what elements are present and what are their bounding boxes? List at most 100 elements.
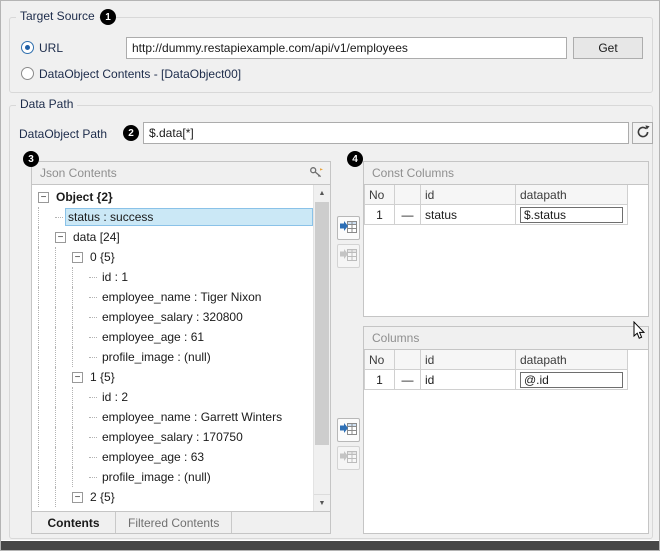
tree-node[interactable]: −2 {5} — [32, 487, 313, 507]
collapse-icon[interactable]: − — [55, 232, 66, 243]
collapse-icon[interactable]: − — [72, 252, 83, 263]
tree-connector — [89, 297, 97, 298]
tree-guide-line — [38, 467, 55, 487]
collapse-icon[interactable]: − — [72, 372, 83, 383]
tree-node[interactable]: employee_name : Garrett Winters — [32, 407, 313, 427]
scroll-up-icon[interactable]: ▲ — [314, 185, 330, 202]
refresh-button[interactable] — [632, 122, 653, 144]
tree-node-label[interactable]: employee_salary : 320800 — [99, 308, 246, 326]
column-header[interactable]: datapath — [516, 185, 628, 205]
tree-node[interactable]: profile_image : (null) — [32, 467, 313, 487]
tree-node-label[interactable]: profile_image : (null) — [99, 468, 214, 486]
key-filter-icon[interactable] — [309, 166, 324, 182]
tree-connector — [89, 397, 97, 398]
step-badge-3: 3 — [23, 151, 39, 167]
tree-guide-line — [38, 367, 55, 387]
dataobject-path-input[interactable] — [143, 122, 629, 144]
column-header[interactable] — [395, 185, 421, 205]
tree-node[interactable]: −data [24] — [32, 227, 313, 247]
tree-guide-line — [72, 327, 89, 347]
column-header[interactable] — [395, 350, 421, 370]
grid-cell[interactable]: — — [395, 205, 421, 225]
tree-node[interactable]: employee_salary : 170750 — [32, 427, 313, 447]
collapse-icon[interactable]: − — [38, 192, 49, 203]
tree-guide-line — [38, 207, 55, 227]
tree-node[interactable]: −1 {5} — [32, 367, 313, 387]
add-const-column-button[interactable] — [337, 216, 360, 240]
json-contents-panel: Json Contents −Object {2}status : succes… — [31, 161, 331, 534]
tree-node-label[interactable]: employee_age : 61 — [99, 328, 207, 346]
tree-node-label[interactable]: employee_name : Garrett Winters — [99, 408, 285, 426]
column-header[interactable]: datapath — [516, 350, 628, 370]
tab-filtered-contents[interactable]: Filtered Contents — [116, 512, 232, 533]
grid-cell[interactable]: status — [421, 205, 516, 225]
tree-node-label[interactable]: profile_image : (null) — [99, 348, 214, 366]
grid-cell[interactable]: @.id — [516, 370, 628, 390]
contents-tab-bar: ContentsFiltered Contents — [32, 511, 330, 533]
tree-connector — [55, 217, 63, 218]
tree-node-label[interactable]: employee_age : 63 — [99, 448, 207, 466]
tree-guide-line — [55, 447, 72, 467]
tree-connector — [89, 417, 97, 418]
tree-guide-line — [72, 267, 89, 287]
column-header[interactable]: No — [365, 185, 395, 205]
get-button[interactable]: Get — [573, 37, 643, 59]
remove-column-button[interactable] — [337, 446, 360, 470]
grid-cell[interactable]: — — [395, 370, 421, 390]
scroll-down-icon[interactable]: ▼ — [314, 494, 330, 511]
grid-cell[interactable]: 1 — [365, 370, 395, 390]
tree-node-label[interactable]: id : 2 — [99, 388, 131, 406]
dataobject-radio[interactable] — [21, 67, 34, 80]
remove-from-table-icon — [340, 248, 357, 265]
tree-node[interactable]: employee_name : Tiger Nixon — [32, 287, 313, 307]
tree-guide-line — [55, 427, 72, 447]
grid-cell[interactable]: $.status — [516, 205, 628, 225]
tree-scrollbar[interactable]: ▲ ▼ — [313, 185, 330, 511]
tree-node-label[interactable]: employee_name : Tiger Nixon — [99, 288, 264, 306]
tree-node-label[interactable]: status : success — [65, 208, 313, 226]
tree-guide-line — [55, 387, 72, 407]
tree-guide-line — [38, 407, 55, 427]
datapath-editor[interactable]: $.status — [520, 207, 623, 223]
tree-node[interactable]: id : 2 — [32, 387, 313, 407]
datapath-editor[interactable]: @.id — [520, 372, 623, 388]
tree-node-label[interactable]: 2 {5} — [87, 488, 118, 506]
tree-node-label[interactable]: data [24] — [70, 228, 123, 246]
tree-connector — [89, 337, 97, 338]
add-column-button[interactable] — [337, 418, 360, 442]
tree-node-label[interactable]: 0 {5} — [87, 248, 118, 266]
tree-node[interactable]: status : success — [32, 207, 313, 227]
tab-contents[interactable]: Contents — [32, 512, 116, 533]
tree-node-label[interactable]: Object {2} — [53, 188, 116, 206]
tree-guide-line — [55, 307, 72, 327]
url-radio-label[interactable]: URL — [39, 41, 63, 55]
url-input[interactable] — [126, 37, 567, 59]
tree-node[interactable]: employee_age : 61 — [32, 327, 313, 347]
column-header[interactable]: id — [421, 185, 516, 205]
tree-guide-line — [38, 427, 55, 447]
remove-const-column-button[interactable] — [337, 244, 360, 268]
tree-node[interactable]: employee_salary : 320800 — [32, 307, 313, 327]
tree-node[interactable]: −0 {5} — [32, 247, 313, 267]
grid-cell[interactable]: 1 — [365, 205, 395, 225]
url-radio[interactable] — [21, 41, 34, 54]
tree-connector — [89, 317, 97, 318]
collapse-icon[interactable]: − — [72, 492, 83, 503]
tree-guide-line — [72, 467, 89, 487]
tree-node-label[interactable]: employee_salary : 170750 — [99, 428, 246, 446]
grid-cell[interactable]: id — [421, 370, 516, 390]
tree-node[interactable]: employee_age : 63 — [32, 447, 313, 467]
tree-guide-line — [72, 307, 89, 327]
tree-node[interactable]: profile_image : (null) — [32, 347, 313, 367]
tree-node[interactable]: id : 1 — [32, 267, 313, 287]
column-header[interactable]: id — [421, 350, 516, 370]
tree-node-label[interactable]: 1 {5} — [87, 368, 118, 386]
tree-node-label[interactable]: id : 1 — [99, 268, 131, 286]
columns-grid: No iddatapath 1—id@.id — [364, 350, 629, 390]
tree-node[interactable]: −Object {2} — [32, 187, 313, 207]
scrollbar-thumb[interactable] — [315, 202, 329, 445]
column-header[interactable]: No — [365, 350, 395, 370]
tree-guide-line — [38, 247, 55, 267]
dataobject-radio-label[interactable]: DataObject Contents - [DataObject00] — [39, 67, 241, 81]
window-bottom-edge — [1, 540, 659, 550]
